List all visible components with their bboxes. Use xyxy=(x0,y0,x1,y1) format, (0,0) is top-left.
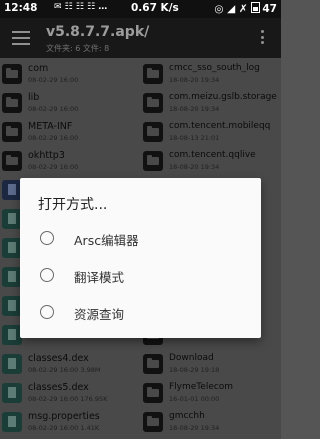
option-arsc-editor[interactable]: Arsc编辑器 xyxy=(20,220,261,256)
signal-icons: ◎ ◢ ✗ xyxy=(214,3,248,15)
battery-level: 47 xyxy=(262,3,277,15)
notification-icons: ✉ ☷ ☷ ☷ … xyxy=(54,2,108,12)
option-label: 资源查询 xyxy=(74,307,125,322)
network-speed: 0.67 K/s xyxy=(131,2,179,14)
radio-icon[interactable] xyxy=(40,231,54,245)
status-time: 12:48 xyxy=(4,2,38,14)
battery-icon xyxy=(251,2,261,13)
status-bar: 12:48 ✉ ☷ ☷ ☷ … 0.67 K/s ◎ ◢ ✗ 47 xyxy=(0,0,281,18)
dialog-title: 打开方式... xyxy=(38,197,108,213)
option-translate-mode[interactable]: 翻译模式 xyxy=(20,257,261,293)
option-label: Arsc编辑器 xyxy=(74,233,139,248)
status-right: ◎ ◢ ✗ 47 xyxy=(214,2,277,15)
option-resource-lookup[interactable]: 资源查询 xyxy=(20,294,261,330)
open-with-dialog: 打开方式... Arsc编辑器 翻译模式 资源查询 xyxy=(20,178,261,338)
radio-icon[interactable] xyxy=(40,305,54,319)
option-label: 翻译模式 xyxy=(74,270,125,285)
radio-icon[interactable] xyxy=(40,268,54,282)
